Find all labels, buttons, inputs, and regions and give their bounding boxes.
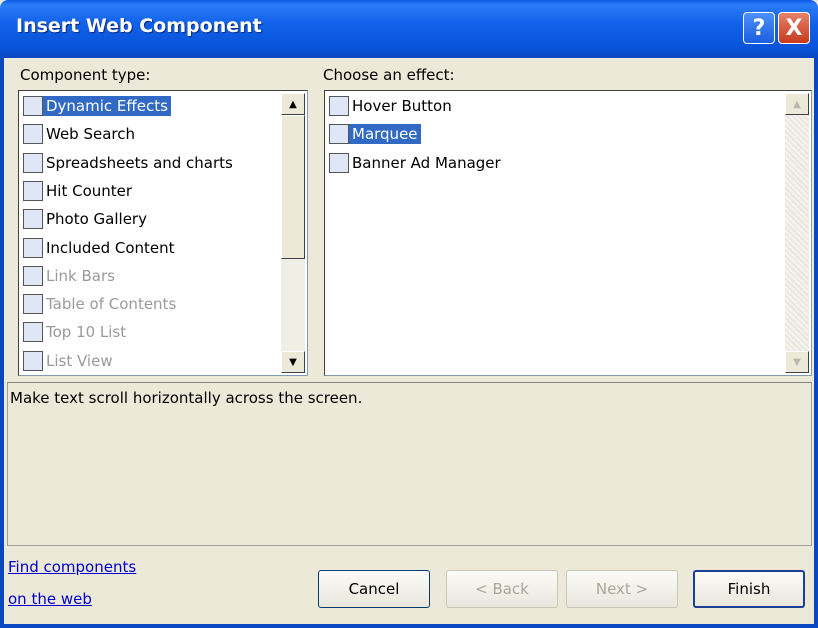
scroll-thumb[interactable]	[281, 115, 305, 259]
scroll-down-button[interactable]: ▼	[281, 351, 305, 373]
component-type-item[interactable]: Spreadsheets and charts	[23, 150, 236, 176]
scroll-up-icon: ▲	[793, 98, 801, 110]
component-type-item-label: Photo Gallery	[46, 210, 147, 229]
component-type-item[interactable]: Included Content	[23, 235, 178, 261]
next-button[interactable]: Next >	[566, 570, 678, 608]
component-type-item-label: Hit Counter	[46, 181, 133, 200]
effect-scroll-up-button[interactable]: ▲	[785, 93, 809, 115]
photo-gallery-icon	[23, 209, 43, 230]
effect-item-label: Banner Ad Manager	[352, 153, 501, 172]
window-title: Insert Web Component	[16, 15, 262, 37]
banner-ad-icon	[329, 152, 349, 173]
component-type-item[interactable]: Hit Counter	[23, 178, 135, 204]
window-frame-left	[0, 58, 4, 628]
link-bars-icon	[23, 265, 43, 286]
back-label: < Back	[475, 580, 529, 598]
effect-scroll-down-button[interactable]: ▼	[785, 351, 809, 373]
component-type-item-label: Top 10 List	[46, 323, 127, 342]
close-button[interactable]: X	[778, 12, 810, 44]
title-bar[interactable]: Insert Web Component ? X	[0, 0, 818, 58]
effect-item[interactable]: Hover Button	[329, 93, 455, 119]
back-button[interactable]: < Back	[446, 570, 558, 608]
component-type-item[interactable]: Table of Contents	[23, 291, 179, 317]
finish-button[interactable]: Finish	[693, 570, 805, 608]
included-content-icon	[23, 237, 43, 258]
table-of-contents-icon	[23, 294, 43, 315]
scroll-down-icon: ▼	[793, 356, 801, 368]
description-text: Make text scroll horizontally across the…	[10, 389, 363, 407]
component-type-item-label: Included Content	[46, 238, 175, 257]
list-view-icon	[23, 350, 43, 371]
window-frame-bottom	[0, 624, 818, 628]
marquee-icon	[329, 124, 349, 145]
cancel-label: Cancel	[348, 580, 400, 598]
on-the-web-link[interactable]: on the web	[8, 590, 92, 608]
hover-button-icon	[329, 96, 349, 116]
spreadsheets-icon	[23, 152, 43, 173]
effect-item-label: Hover Button	[352, 97, 452, 115]
component-type-item-label: List View	[46, 351, 113, 370]
component-type-list[interactable]: Dynamic Effects Web Search Spreadsheets an…	[18, 90, 308, 376]
component-type-item-label: Spreadsheets and charts	[46, 153, 233, 172]
find-components-link[interactable]: Find components	[8, 558, 136, 576]
cancel-button[interactable]: Cancel	[318, 570, 430, 608]
effect-item[interactable]: Banner Ad Manager	[329, 150, 504, 176]
scroll-down-icon: ▼	[289, 356, 297, 368]
window-frame-right	[814, 58, 818, 628]
effect-item[interactable]: Marquee	[329, 121, 421, 147]
component-type-item[interactable]: Web Search	[23, 121, 138, 147]
component-type-item[interactable]: Link Bars	[23, 263, 118, 289]
next-label: Next >	[595, 580, 649, 598]
help-icon: ?	[752, 15, 766, 41]
component-type-label: Component type:	[20, 66, 151, 84]
effect-item-label: Marquee	[349, 124, 421, 145]
top-10-list-icon	[23, 322, 43, 343]
hit-counter-icon	[23, 180, 43, 201]
effect-list-scrollbar[interactable]: ▲ ▼	[785, 93, 809, 373]
component-type-item[interactable]: Photo Gallery	[23, 206, 150, 232]
component-type-item-label: Table of Contents	[46, 295, 177, 314]
dynamic-effects-icon	[23, 96, 43, 116]
scroll-up-icon: ▲	[289, 98, 297, 110]
close-icon: X	[785, 15, 803, 41]
web-search-icon	[23, 124, 43, 145]
component-type-item-label: Link Bars	[46, 266, 115, 285]
help-button[interactable]: ?	[743, 12, 775, 44]
component-type-item-label: Web Search	[46, 125, 136, 144]
component-type-item[interactable]: Top 10 List	[23, 319, 129, 345]
component-type-item-label: Dynamic Effects	[43, 96, 171, 116]
choose-effect-label: Choose an effect:	[323, 66, 455, 84]
effect-list[interactable]: Hover Button Marquee Banner Ad Manager ▲ ▼	[324, 90, 812, 376]
component-type-item[interactable]: Dynamic Effects	[23, 93, 171, 119]
description-box: Make text scroll horizontally across the…	[7, 382, 812, 546]
component-type-item[interactable]: List View	[23, 348, 116, 374]
finish-label: Finish	[727, 580, 771, 598]
component-list-scrollbar[interactable]: ▲ ▼	[281, 93, 305, 373]
scroll-up-button[interactable]: ▲	[281, 93, 305, 115]
